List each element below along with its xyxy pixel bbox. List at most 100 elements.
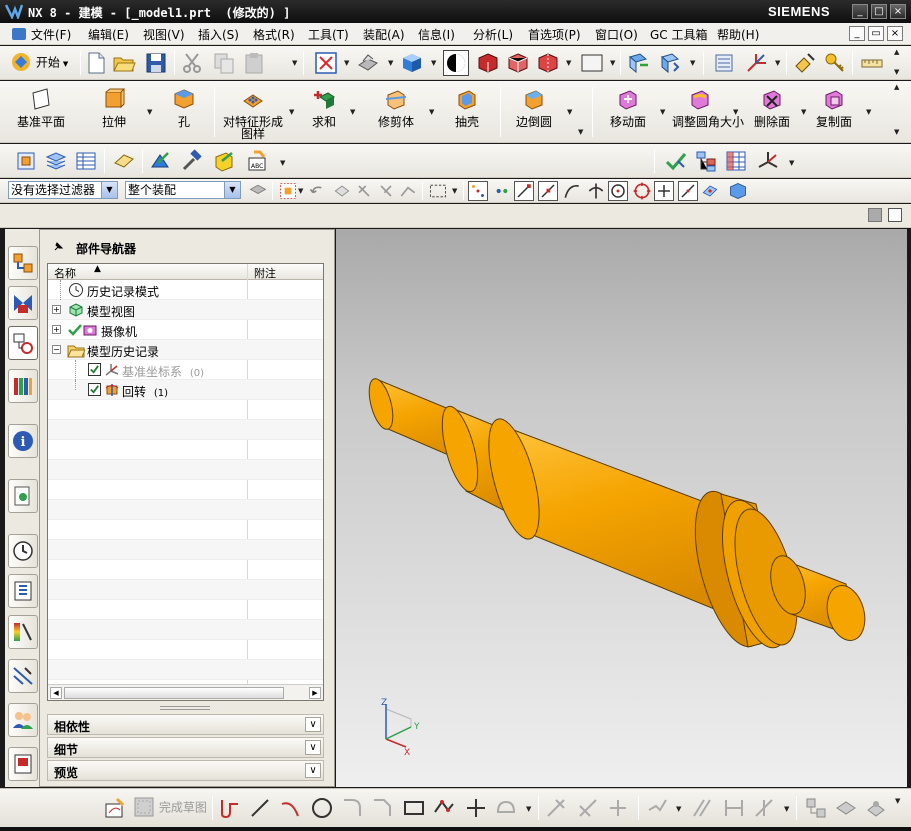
select-all-icon[interactable] bbox=[278, 181, 298, 201]
tree-row-model-views[interactable]: + 模型视图 bbox=[48, 300, 323, 320]
extrude-button[interactable]: 拉伸 bbox=[90, 87, 138, 129]
drafting-icon[interactable]: ABC bbox=[246, 149, 270, 173]
menu-information[interactable]: 信息(I) bbox=[418, 26, 455, 43]
menu-help[interactable]: 帮助(H) bbox=[717, 26, 759, 43]
layer-settings-icon[interactable] bbox=[712, 51, 736, 75]
shell-button[interactable]: 抽壳 bbox=[446, 87, 488, 129]
assembly-navigator-tab[interactable] bbox=[8, 246, 38, 280]
resize-blend-button[interactable]: 调整圆角大小 bbox=[672, 87, 744, 128]
eraser-icon[interactable] bbox=[112, 149, 136, 173]
graphics-restore-icon[interactable] bbox=[888, 208, 902, 222]
doc-restore-button[interactable]: ▭ bbox=[868, 26, 884, 41]
red-cube-icon[interactable] bbox=[476, 51, 500, 75]
fillet-icon[interactable] bbox=[340, 796, 364, 820]
menu-file[interactable]: 文件(F) bbox=[12, 26, 71, 43]
auto-constraint-icon[interactable] bbox=[752, 796, 776, 820]
alternate-solution-icon[interactable] bbox=[864, 796, 888, 820]
chamfer-icon[interactable] bbox=[370, 796, 394, 820]
circle-icon[interactable] bbox=[310, 796, 334, 820]
copy-icon[interactable] bbox=[212, 51, 236, 75]
convert-reference-icon[interactable] bbox=[834, 796, 858, 820]
arc-center-icon[interactable] bbox=[608, 181, 628, 201]
system-materials-tab[interactable] bbox=[8, 659, 38, 693]
doc-close-button[interactable]: × bbox=[887, 26, 903, 41]
model-viewport[interactable]: Z Y X bbox=[336, 229, 907, 787]
edge-blend-button[interactable]: 边倒圆 bbox=[508, 87, 560, 129]
delete-face-button[interactable]: 删除面 bbox=[749, 87, 795, 129]
selection-scope-select[interactable]: 整个装配 ▼ bbox=[125, 181, 241, 199]
tree-row-revolve[interactable]: 回转 (1) bbox=[48, 380, 323, 400]
menu-edit[interactable]: 编辑(E) bbox=[88, 26, 129, 43]
profile-icon[interactable] bbox=[218, 796, 242, 820]
expand-cameras-icon[interactable]: + bbox=[52, 325, 61, 334]
wcs-display-icon[interactable] bbox=[756, 149, 780, 173]
unite-button[interactable]: 求和 bbox=[304, 87, 344, 129]
snap-enable-icon[interactable] bbox=[468, 181, 488, 201]
part-navigator-tab[interactable] bbox=[8, 326, 38, 360]
start-button[interactable]: 开始 ▼ bbox=[10, 51, 68, 75]
body-select-icon[interactable] bbox=[354, 181, 374, 201]
rectangle-icon[interactable] bbox=[402, 796, 426, 820]
graphics-maximize-icon[interactable] bbox=[868, 208, 882, 222]
line-icon[interactable] bbox=[248, 796, 272, 820]
render-style-icon[interactable] bbox=[356, 51, 380, 75]
menu-format[interactable]: 格式(R) bbox=[253, 26, 295, 43]
hidden-edges-cube-icon[interactable] bbox=[536, 51, 560, 75]
finish-sketch-button[interactable]: 完成草图 bbox=[133, 796, 207, 820]
relations-browser-icon[interactable] bbox=[804, 796, 828, 820]
column-name-header[interactable]: 名称 bbox=[54, 265, 76, 281]
menu-analysis[interactable]: 分析(L) bbox=[473, 26, 513, 43]
tree-row-history-mode[interactable]: 历史记录模式 bbox=[48, 280, 323, 300]
polygon-icon[interactable] bbox=[432, 796, 456, 820]
paste-icon[interactable] bbox=[242, 51, 266, 75]
save-icon[interactable] bbox=[144, 51, 168, 75]
roles-users-tab[interactable] bbox=[8, 703, 38, 737]
section-view-icon[interactable] bbox=[443, 50, 469, 76]
wire-red-cube-icon[interactable] bbox=[506, 51, 530, 75]
face-select-icon[interactable] bbox=[376, 181, 396, 201]
tree-row-cameras[interactable]: + 摄像机 bbox=[48, 320, 323, 340]
mid-point-icon[interactable] bbox=[538, 181, 558, 201]
datum-plane-button[interactable]: 基准平面 bbox=[10, 87, 72, 129]
rect-select-icon[interactable] bbox=[428, 181, 448, 201]
pin-icon[interactable] bbox=[53, 242, 63, 252]
wcs-icon[interactable] bbox=[744, 51, 768, 75]
copy-face-button[interactable]: 复制面 bbox=[811, 87, 857, 129]
shaded-cube-icon[interactable] bbox=[400, 51, 424, 75]
point-on-curve-icon[interactable] bbox=[678, 181, 698, 201]
quick-trim-icon[interactable] bbox=[544, 796, 568, 820]
menu-assembly[interactable]: 装配(A) bbox=[363, 26, 405, 43]
menu-view[interactable]: 视图(V) bbox=[143, 26, 185, 43]
orient-view-2-icon[interactable] bbox=[658, 51, 682, 75]
tree-row-datum-csys[interactable]: 基准坐标系 (0) bbox=[48, 360, 323, 380]
snap-point-icon[interactable] bbox=[793, 51, 817, 75]
revolve-checkbox[interactable] bbox=[88, 383, 101, 396]
trim-body-button[interactable]: 修剪体 bbox=[370, 87, 422, 129]
reuse-library-tab[interactable] bbox=[8, 369, 38, 403]
general-filter-icon[interactable] bbox=[248, 181, 268, 201]
scroll-thumb[interactable] bbox=[64, 687, 284, 699]
quick-extend-icon[interactable] bbox=[576, 796, 600, 820]
open-icon[interactable] bbox=[112, 51, 136, 75]
menu-insert[interactable]: 插入(S) bbox=[198, 26, 239, 43]
feature-select-icon[interactable] bbox=[332, 181, 352, 201]
preview-section[interactable]: 预览 ∨ bbox=[47, 760, 324, 781]
table-layers-icon[interactable] bbox=[74, 149, 98, 173]
arc-icon[interactable] bbox=[278, 796, 302, 820]
move-face-button[interactable]: 移动面 bbox=[604, 87, 652, 129]
intersection-point-icon[interactable] bbox=[586, 181, 606, 201]
menu-gc-toolkit[interactable]: GC 工具箱 bbox=[650, 26, 708, 43]
key-tool-icon[interactable] bbox=[823, 51, 847, 75]
undo-select-icon[interactable] bbox=[308, 181, 328, 201]
process-studio-tab[interactable] bbox=[8, 574, 38, 608]
graphics-window[interactable]: Z Y X bbox=[336, 229, 907, 787]
edge-select-icon[interactable] bbox=[398, 181, 418, 201]
parallel-icon[interactable] bbox=[690, 796, 714, 820]
expand-model-views-icon[interactable]: + bbox=[52, 305, 61, 314]
point-icon[interactable] bbox=[464, 796, 488, 820]
hole-button[interactable]: 孔 bbox=[164, 87, 204, 129]
constraints-icon[interactable] bbox=[646, 796, 670, 820]
tree-row-model-history[interactable]: − 模型历史记录 bbox=[48, 340, 323, 360]
blue-tools-icon[interactable] bbox=[148, 149, 172, 173]
control-point-icon[interactable] bbox=[562, 181, 582, 201]
